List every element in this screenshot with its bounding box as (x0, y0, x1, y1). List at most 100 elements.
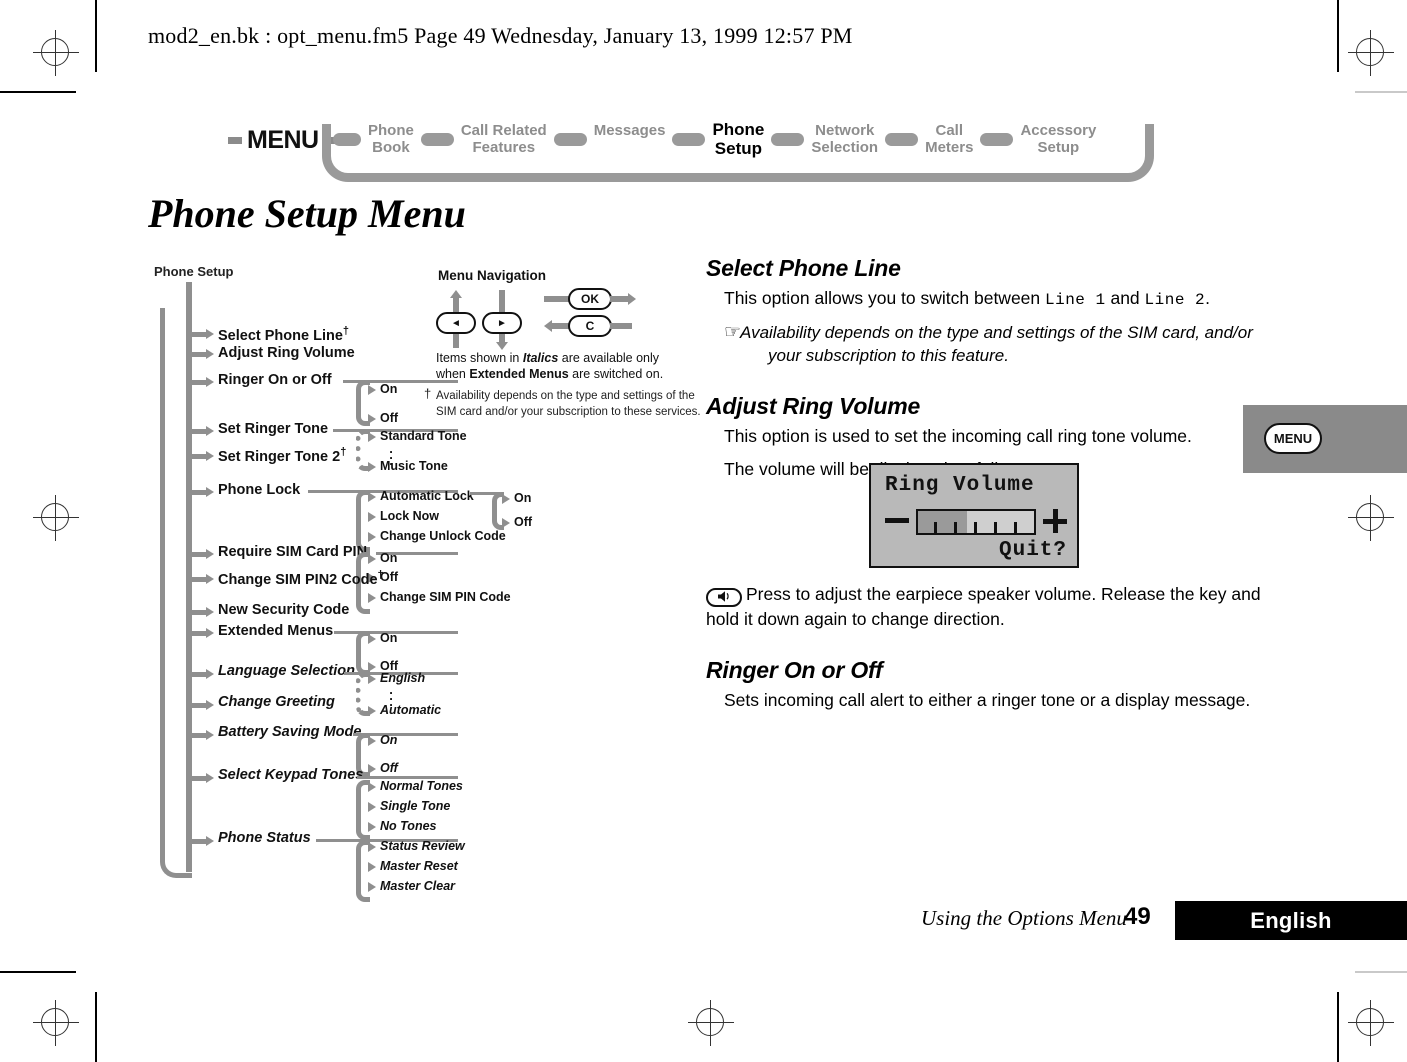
menu-breadcrumb-bar: MENU Phone Book Call Related Features Me… (228, 108, 1178, 182)
footer-language-badge: English (1175, 901, 1407, 940)
legend-dagger-note-line1: Availability depends on the type and set… (436, 390, 695, 402)
tree-arrow-icon (206, 549, 214, 559)
phone-setup-menu-tree-diagram: Phone Setup Select Phone Line† Adjust Ri… (148, 262, 701, 902)
nav-left-key[interactable]: ◄ (436, 312, 476, 334)
breadcrumb-item-line1: Network (815, 122, 875, 139)
tree-item-phone-lock[interactable]: Phone Lock (218, 482, 300, 498)
menu-dash-icon (228, 137, 242, 144)
breadcrumb-item-phone-setup[interactable]: Phone Setup (708, 120, 768, 158)
crop-line-bottom-right-horizontal (1355, 971, 1407, 973)
tree-subitem-status-review[interactable]: Status Review (380, 839, 465, 853)
breadcrumb-item-call-meters[interactable]: Call Meters (921, 122, 977, 156)
tree-item-new-security-code[interactable]: New Security Code (218, 602, 349, 618)
breadcrumb-connector (672, 132, 706, 146)
tree-subitem-automatic-lock-on[interactable]: On (514, 491, 531, 505)
tree-item-require-sim-card-pin[interactable]: Require SIM Card PIN (218, 544, 367, 560)
tree-item-change-sim-pin2-code[interactable]: Change SIM PIN2 Code† (218, 569, 384, 588)
nav-right-key[interactable]: ► (482, 312, 522, 334)
crop-line-bottom-left-horizontal (0, 971, 76, 973)
breadcrumb-item-line2: Features (472, 139, 536, 156)
tree-subitem-automatic-lock-off[interactable]: Off (514, 515, 532, 529)
tree-item-select-phone-line[interactable]: Select Phone Line† (218, 325, 349, 344)
tree-subitem-master-clear[interactable]: Master Clear (380, 879, 455, 893)
tree-arrow-icon (206, 329, 214, 339)
tree-branch-stub (192, 631, 206, 636)
tree-arrow-icon (206, 451, 214, 461)
document-header-file-line: mod2_en.bk : opt_menu.fm5 Page 49 Wednes… (148, 23, 853, 48)
tree-item-set-ringer-tone[interactable]: Set Ringer Tone (218, 421, 328, 437)
tree-subitem-ringer-off[interactable]: Off (380, 411, 398, 425)
dagger-marker: † (377, 569, 384, 581)
tree-subitem-change-unlock-code[interactable]: Change Unlock Code (380, 529, 506, 543)
tree-item-select-keypad-tones[interactable]: Select Keypad Tones (218, 767, 363, 783)
breadcrumb-item-line1: Phone (712, 120, 765, 139)
select-phone-line-body: This option allows you to switch between… (706, 286, 1266, 312)
legend-note-part4: are switched on. (568, 367, 664, 381)
breadcrumb-item-accessory-setup[interactable]: Accessory Setup (1016, 122, 1100, 156)
tree-subitem-battery-saving-off[interactable]: Off (380, 761, 398, 775)
tree-item-battery-saving-mode[interactable]: Battery Saving Mode (218, 724, 361, 740)
tree-subitem-lock-now[interactable]: Lock Now (380, 509, 439, 523)
tree-item-adjust-ring-volume[interactable]: Adjust Ring Volume (218, 345, 355, 361)
tree-subitem-battery-saving-on[interactable]: On (380, 733, 397, 747)
nav-ok-key[interactable]: OK (568, 288, 612, 310)
tree-item-label: Change SIM PIN2 Code (218, 571, 378, 588)
tree-item-set-ringer-tone-2[interactable]: Set Ringer Tone 2† (218, 446, 346, 465)
tree-subitem-extended-menus-on[interactable]: On (380, 631, 397, 645)
tree-subitem-automatic-lock[interactable]: Automatic Lock (380, 489, 474, 503)
nav-arrow-up-shaft (453, 298, 459, 312)
tree-subitem-no-tones[interactable]: No Tones (380, 819, 436, 833)
body-text-pre: This option allows you to switch between (724, 288, 1045, 308)
tree-subitem-english[interactable]: English (380, 671, 425, 685)
breadcrumb-item-network-selection[interactable]: Network Selection (807, 122, 882, 156)
breadcrumb-item-messages[interactable]: Messages (590, 122, 670, 156)
tree-branch-stub (192, 352, 206, 357)
tree-arrow-icon (368, 662, 376, 672)
breadcrumb-connector (980, 132, 1014, 146)
tree-item-extended-menus[interactable]: Extended Menus (218, 623, 333, 639)
breadcrumb-item-line1: Call (935, 122, 964, 139)
tree-subitem-automatic[interactable]: Automatic (380, 703, 441, 717)
volume-key-icon (706, 588, 742, 607)
tree-arrow-icon (502, 494, 510, 504)
tree-item-change-greeting[interactable]: Change Greeting (218, 694, 335, 710)
tree-item-phone-status[interactable]: Phone Status (218, 830, 311, 846)
nav-clear-key[interactable]: C (568, 315, 612, 337)
crop-line-top-left-horizontal (0, 91, 76, 93)
lcd-quit-softkey[interactable]: Quit? (999, 539, 1067, 562)
crop-line-bottom-right-vertical (1337, 992, 1339, 1062)
breadcrumb-item-phone-book[interactable]: Phone Book (364, 122, 418, 156)
breadcrumb-item-line2: Setup (714, 139, 763, 158)
tree-arrow-icon (368, 882, 376, 892)
body-text-mid: and (1105, 288, 1145, 308)
tree-subitem-ringer-on[interactable]: On (380, 382, 397, 396)
tree-subitem-master-reset[interactable]: Master Reset (380, 859, 458, 873)
tree-subitem-standard-tone[interactable]: Standard Tone (380, 429, 467, 443)
tree-subitem-change-sim-pin-code[interactable]: Change SIM PIN Code (380, 590, 511, 604)
body-text-post: . (1205, 288, 1211, 308)
tree-item-ringer-on-or-off[interactable]: Ringer On or Off (218, 372, 332, 388)
tree-subitem-music-tone[interactable]: Music Tone (380, 459, 448, 473)
tree-arrow-icon (368, 593, 376, 603)
edge-tab-menu[interactable]: MENU (1243, 405, 1407, 473)
tree-item-language-selection[interactable]: Language Selection (218, 663, 355, 679)
nav-ok-shaft-left (544, 296, 570, 302)
tree-branch-stub (192, 776, 206, 781)
volume-minus-icon (885, 518, 909, 523)
tree-subitem-require-pin-on[interactable]: On (380, 551, 397, 565)
tree-arrow-icon (368, 385, 376, 395)
tree-arrow-icon (206, 377, 214, 387)
tree-spine-outer-loop (160, 308, 192, 878)
breadcrumb-item-call-related-features[interactable]: Call Related Features (457, 122, 551, 156)
tree-arrow-icon (368, 492, 376, 502)
tree-arrow-icon (502, 518, 510, 528)
breadcrumb-connector (885, 132, 919, 146)
tree-subitem-normal-tones[interactable]: Normal Tones (380, 779, 463, 793)
tree-branch-stub (192, 610, 206, 615)
tree-arrow-icon (368, 432, 376, 442)
tree-subitem-single-tone[interactable]: Single Tone (380, 799, 450, 813)
nav-ok-shaft-right (610, 296, 630, 302)
registration-mark-top-right (1348, 30, 1394, 76)
legend-note-part3: when (436, 367, 470, 381)
breadcrumb-connector (333, 132, 361, 146)
